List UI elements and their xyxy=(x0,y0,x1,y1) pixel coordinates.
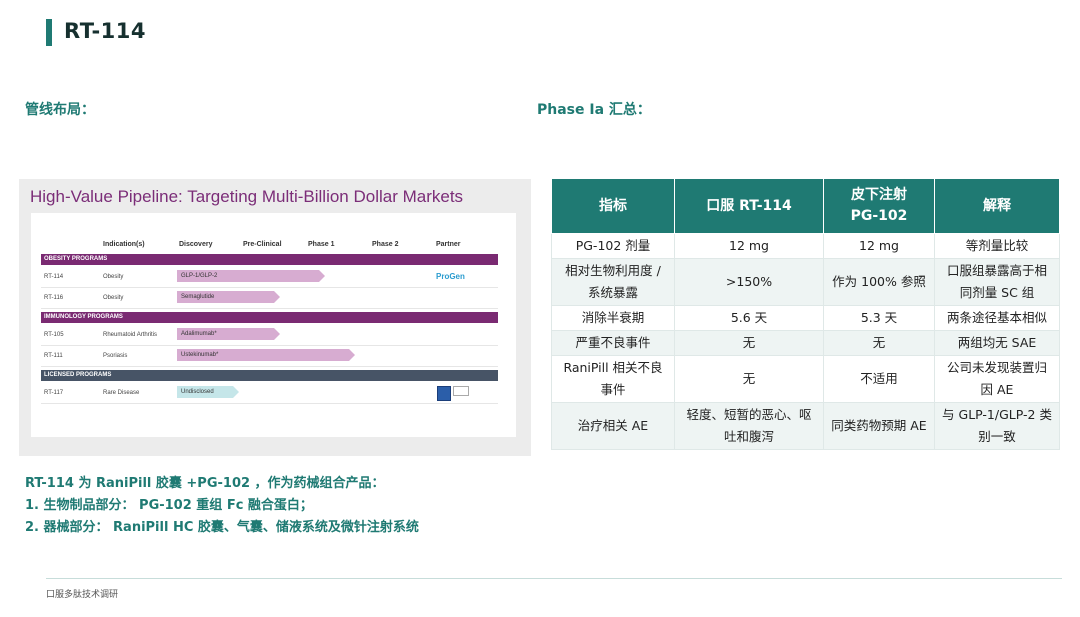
cell: 无 xyxy=(823,330,935,356)
cell: 严重不良事件 xyxy=(551,330,675,356)
progress-arrow: Undisclosed xyxy=(177,386,239,398)
cell: 治疗相关 AE xyxy=(551,402,675,450)
row-indication: Obesity xyxy=(103,274,124,280)
cell: 口服组暴露高于相同剂量 SC 组 xyxy=(934,258,1060,306)
col-header-discovery: Discovery xyxy=(179,241,213,248)
component-device: 2. 器械部分： RaniPill HC 胶囊、气囊、储液系统及微针注射系统 xyxy=(25,520,419,535)
cell: 不适用 xyxy=(823,355,935,403)
cell: 轻度、短暂的恶心、呕吐和腹泻 xyxy=(674,402,824,450)
cell: 等剂量比较 xyxy=(934,233,1060,259)
table-row: 相对生物利用度 / 系统暴露 >150% 作为 100% 参照 口服组暴露高于相… xyxy=(551,258,1060,306)
title-accent-bar xyxy=(46,19,52,46)
col-header-preclinical: Pre-Clinical xyxy=(243,241,282,248)
header-metric: 指标 xyxy=(551,178,675,234)
cell: 公司未发现装置归因 AE xyxy=(934,355,1060,403)
table-row: 严重不良事件 无 无 两组均无 SAE xyxy=(551,330,1060,356)
section-band-licensed: LICENSED PROGRAMS xyxy=(41,370,498,381)
cell: 两条途径基本相似 xyxy=(934,305,1060,331)
header-oral: 口服 RT-114 xyxy=(674,178,824,234)
progress-arrow: Adalimumab* xyxy=(177,328,280,340)
col-header-partner: Partner xyxy=(436,241,461,248)
cell: RaniPill 相关不良事件 xyxy=(551,355,675,403)
row-code: RT-111 xyxy=(44,353,63,359)
header-sc: 皮下注射 PG-102 xyxy=(823,178,935,234)
cell: 无 xyxy=(674,355,824,403)
progress-arrow: Ustekinumab* xyxy=(177,349,355,361)
cell: >150% xyxy=(674,258,824,306)
pipeline-row: RT-105 Rheumatoid Arthritis Adalimumab* xyxy=(41,325,498,346)
cell: 5.6 天 xyxy=(674,305,824,331)
cell: 12 mg xyxy=(823,233,935,259)
cell: 同类药物预期 AE xyxy=(823,402,935,450)
row-indication: Rare Disease xyxy=(103,390,140,396)
cell: 无 xyxy=(674,330,824,356)
col-header-phase1: Phase 1 xyxy=(308,241,335,248)
pipeline-image: High-Value Pipeline: Targeting Multi-Bil… xyxy=(19,179,531,456)
cell: PG-102 剂量 xyxy=(551,233,675,259)
partner-logo-icon xyxy=(437,386,451,401)
col-header-phase2: Phase 2 xyxy=(372,241,399,248)
cell: 两组均无 SAE xyxy=(934,330,1060,356)
row-indication: Psoriasis xyxy=(103,353,128,359)
pipeline-row: RT-117 Rare Disease Undisclosed xyxy=(41,383,498,404)
table-row: PG-102 剂量 12 mg 12 mg 等剂量比较 xyxy=(551,233,1060,259)
pipeline-chart: Indication(s) Discovery Pre-Clinical Pha… xyxy=(31,213,516,437)
row-code: RT-114 xyxy=(44,274,64,280)
row-code: RT-105 xyxy=(44,332,64,338)
table-row: 消除半衰期 5.6 天 5.3 天 两条途径基本相似 xyxy=(551,305,1060,331)
cell: 消除半衰期 xyxy=(551,305,675,331)
header-explanation: 解释 xyxy=(934,178,1060,234)
cell: 与 GLP-1/GLP-2 类别一致 xyxy=(934,402,1060,450)
partner-wordmark-icon xyxy=(453,386,469,396)
pipeline-row: RT-116 Obesity Semaglutide xyxy=(41,288,498,309)
cell: 5.3 天 xyxy=(823,305,935,331)
phase-ia-table: 指标 口服 RT-114 皮下注射 PG-102 解释 PG-102 剂量 12… xyxy=(551,178,1060,450)
cell: 作为 100% 参照 xyxy=(823,258,935,306)
cell: 相对生物利用度 / 系统暴露 xyxy=(551,258,675,306)
section-band-obesity: OBESITY PROGRAMS xyxy=(41,254,498,265)
row-code: RT-116 xyxy=(44,295,64,301)
row-indication: Rheumatoid Arthritis xyxy=(103,332,158,338)
col-header-indication: Indication(s) xyxy=(103,241,145,248)
table-row: 治疗相关 AE 轻度、短暂的恶心、呕吐和腹泻 同类药物预期 AE 与 GLP-1… xyxy=(551,402,1060,450)
footer-text: 口服多肽技术调研 xyxy=(46,590,119,600)
row-indication: Obesity xyxy=(103,295,124,301)
pipeline-row: RT-111 Psoriasis Ustekinumab* xyxy=(41,346,498,367)
component-biologic: 1. 生物制品部分： PG-102 重组 Fc 融合蛋白； xyxy=(25,498,313,513)
product-description: RT-114 为 RaniPill 胶囊 +PG-102 ，作为药械组合产品： xyxy=(25,476,385,491)
pipeline-section-label: 管线布局： xyxy=(25,102,95,118)
pipeline-heading: High-Value Pipeline: Targeting Multi-Bil… xyxy=(30,187,464,206)
footer-divider xyxy=(46,578,1062,579)
progress-arrow: GLP-1/GLP-2 xyxy=(177,270,325,282)
cell: 12 mg xyxy=(674,233,824,259)
table-row: RaniPill 相关不良事件 无 不适用 公司未发现装置归因 AE xyxy=(551,355,1060,403)
page-title: RT-114 xyxy=(64,19,147,43)
section-band-immunology: IMMUNOLOGY PROGRAMS xyxy=(41,312,498,323)
progen-logo: ProGen xyxy=(436,272,465,281)
progress-arrow: Semaglutide xyxy=(177,291,280,303)
row-code: RT-117 xyxy=(44,390,64,396)
pipeline-row: RT-114 Obesity GLP-1/GLP-2 ProGen xyxy=(41,267,498,288)
phase-summary-label: Phase Ia 汇总： xyxy=(537,102,651,118)
table-header-row: 指标 口服 RT-114 皮下注射 PG-102 解释 xyxy=(551,178,1060,234)
